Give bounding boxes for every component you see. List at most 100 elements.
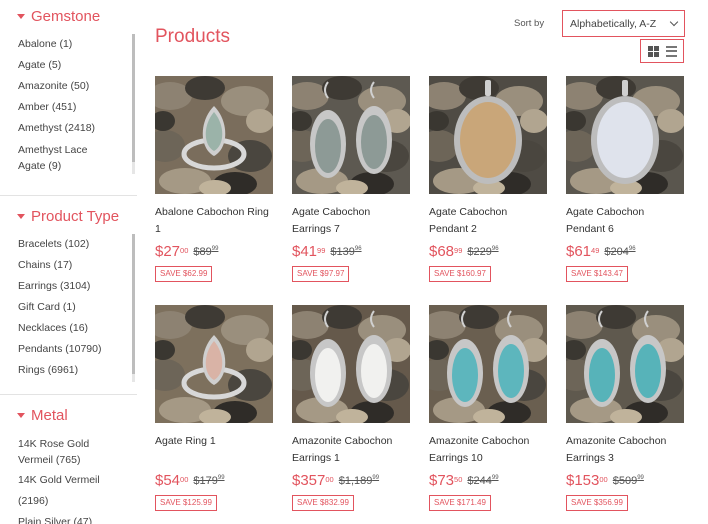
filter-title: Metal <box>31 406 68 424</box>
price-row: $5400 $17999 <box>155 472 273 492</box>
compare-price: $20496 <box>604 246 636 258</box>
sale-price: $2700 <box>155 243 189 260</box>
product-image[interactable] <box>429 76 547 194</box>
product-image[interactable] <box>566 76 684 194</box>
filter-item-necklaces[interactable]: Necklaces (16) <box>0 318 128 339</box>
product-card[interactable]: Agate Cabochon Pendant 6 $6149 $20496 SA… <box>566 76 684 282</box>
price-row: $6149 $20496 <box>566 243 684 263</box>
scrollbar-thumb[interactable] <box>132 34 135 162</box>
filter-item-amethyst-lace-agate[interactable]: Amethyst Lace Agate (9) <box>0 139 100 176</box>
save-badge: SAVE $125.99 <box>155 495 217 511</box>
compare-price: $24499 <box>467 475 499 487</box>
filter-item-chains[interactable]: Chains (17) <box>0 255 128 276</box>
compare-price: $17999 <box>193 475 225 487</box>
product-name[interactable]: Amazonite Cabochon Earrings 10 <box>429 433 547 467</box>
filter-item-amethyst[interactable]: Amethyst (2418) <box>0 118 128 139</box>
filter-group-gemstone: Gemstone Abalone (1) Agate (5) Amazonite… <box>0 6 137 181</box>
product-name[interactable]: Agate Cabochon Pendant 6 <box>566 204 684 238</box>
product-name[interactable]: Abalone Cabochon Ring 1 <box>155 204 273 238</box>
filter-toggle-metal[interactable]: Metal <box>0 405 137 425</box>
product-image[interactable] <box>155 305 273 423</box>
compare-price: $8999 <box>193 246 219 258</box>
price-row: $6899 $22996 <box>429 243 547 263</box>
filter-item-14k-rose-gold-vermeil[interactable]: 14K Rose Gold Vermeil (765) <box>0 433 100 470</box>
sale-price: $15300 <box>566 472 608 489</box>
filter-toggle-gemstone[interactable]: Gemstone <box>0 6 137 26</box>
filter-list-metal: 14K Rose Gold Vermeil (765) 14K Gold Ver… <box>0 433 137 524</box>
save-badge: SAVE $160.97 <box>429 266 491 282</box>
filter-toggle-product-type[interactable]: Product Type <box>0 206 137 226</box>
save-badge: SAVE $97.97 <box>292 266 350 282</box>
grid-view-icon[interactable] <box>647 45 659 57</box>
product-card[interactable]: Amazonite Cabochon Earrings 3 $15300 $50… <box>566 305 684 511</box>
divider <box>0 394 137 395</box>
product-name[interactable]: Amazonite Cabochon Earrings 3 <box>566 433 684 467</box>
filter-item-pendants[interactable]: Pendants (10790) <box>0 339 128 360</box>
product-image[interactable] <box>155 76 273 194</box>
caret-down-icon <box>17 13 25 19</box>
product-card[interactable]: Abalone Cabochon Ring 1 $2700 $8999 SAVE… <box>155 76 273 282</box>
filter-item-agate[interactable]: Agate (5) <box>0 55 128 76</box>
product-image[interactable] <box>292 305 410 423</box>
product-name[interactable]: Agate Cabochon Pendant 2 <box>429 204 547 238</box>
save-badge: SAVE $143.47 <box>566 266 628 282</box>
divider <box>0 195 137 196</box>
filter-item-gift-card[interactable]: Gift Card (1) <box>0 297 128 318</box>
sort-select[interactable]: Alphabetically, A-Z <box>562 10 685 37</box>
product-card[interactable]: Amazonite Cabochon Earrings 10 $7350 $24… <box>429 305 547 511</box>
price-row: $35700 $1,18999 <box>292 472 410 492</box>
filter-item-bracelets[interactable]: Bracelets (102) <box>0 234 128 255</box>
product-name[interactable]: Agate Cabochon Earrings 7 <box>292 204 410 238</box>
caret-down-icon <box>17 412 25 418</box>
sale-price: $4199 <box>292 243 326 260</box>
price-row: $4199 $13996 <box>292 243 410 263</box>
sort-value: Alphabetically, A-Z <box>570 17 657 30</box>
filter-item-rings[interactable]: Rings (6961) <box>0 360 128 381</box>
compare-price: $22996 <box>467 246 499 258</box>
sort-label: Sort by <box>514 18 545 29</box>
view-toggle <box>640 39 684 63</box>
list-view-icon[interactable] <box>665 45 677 57</box>
sale-price: $5400 <box>155 472 189 489</box>
save-badge: SAVE $356.99 <box>566 495 628 511</box>
product-image[interactable] <box>292 76 410 194</box>
scrollbar[interactable] <box>132 34 135 174</box>
scrollbar-thumb[interactable] <box>132 234 135 374</box>
price-row: $2700 $8999 <box>155 243 273 263</box>
filter-sidebar: Gemstone Abalone (1) Agate (5) Amazonite… <box>0 0 137 524</box>
filter-title: Product Type <box>31 207 120 225</box>
product-image[interactable] <box>429 305 547 423</box>
sale-price: $6899 <box>429 243 463 260</box>
filter-group-metal: Metal 14K Rose Gold Vermeil (765) 14K Go… <box>0 405 137 524</box>
product-name[interactable]: Agate Ring 1 <box>155 433 273 467</box>
product-card[interactable]: Amazonite Cabochon Earrings 1 $35700 $1,… <box>292 305 410 511</box>
compare-price: $13996 <box>330 246 362 258</box>
filter-item-14k-gold-vermeil[interactable]: 14K Gold Vermeil (2196) <box>0 470 128 512</box>
price-row: $15300 $50999 <box>566 472 684 492</box>
save-badge: SAVE $171.49 <box>429 495 491 511</box>
save-badge: SAVE $62.99 <box>155 266 213 282</box>
chevron-down-icon <box>669 17 679 27</box>
filter-item-abalone[interactable]: Abalone (1) <box>0 34 128 55</box>
filter-list-gemstone: Abalone (1) Agate (5) Amazonite (50) Amb… <box>0 34 137 181</box>
sale-price: $35700 <box>292 472 334 489</box>
product-image[interactable] <box>566 305 684 423</box>
filter-list-product-type: Bracelets (102) Chains (17) Earrings (31… <box>0 234 137 384</box>
filter-item-plain-silver[interactable]: Plain Silver (47) <box>0 512 128 524</box>
scrollbar[interactable] <box>132 234 135 382</box>
filter-item-amazonite[interactable]: Amazonite (50) <box>0 76 128 97</box>
save-badge: SAVE $832.99 <box>292 495 354 511</box>
filter-group-product-type: Product Type Bracelets (102) Chains (17)… <box>0 206 137 384</box>
filter-item-earrings[interactable]: Earrings (3104) <box>0 276 128 297</box>
filter-title: Gemstone <box>31 7 101 25</box>
price-row: $7350 $24499 <box>429 472 547 492</box>
product-card[interactable]: Agate Cabochon Pendant 2 $6899 $22996 SA… <box>429 76 547 282</box>
product-name[interactable]: Amazonite Cabochon Earrings 1 <box>292 433 410 467</box>
compare-price: $1,18999 <box>338 475 380 487</box>
sale-price: $7350 <box>429 472 463 489</box>
sale-price: $6149 <box>566 243 600 260</box>
caret-down-icon <box>17 213 25 219</box>
filter-item-amber[interactable]: Amber (451) <box>0 97 128 118</box>
product-card[interactable]: Agate Cabochon Earrings 7 $4199 $13996 S… <box>292 76 410 282</box>
product-card[interactable]: Agate Ring 1 $5400 $17999 SAVE $125.99 <box>155 305 273 511</box>
